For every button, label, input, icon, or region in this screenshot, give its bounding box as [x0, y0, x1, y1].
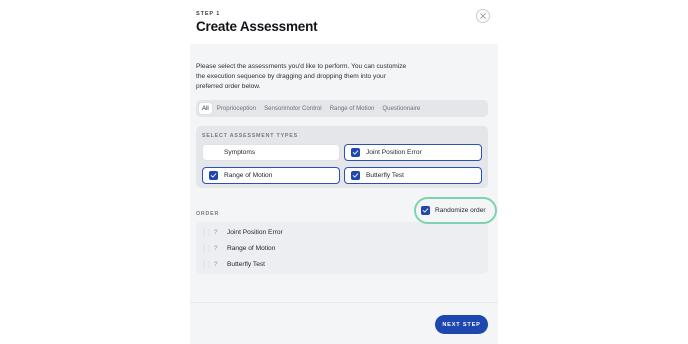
- assessment-types-label: SELECT ASSESSMENT TYPES: [202, 133, 298, 139]
- option-range-of-motion[interactable]: Range of Motion: [202, 167, 340, 184]
- drag-handle-icon[interactable]: ⋮⋮: [201, 229, 212, 236]
- question-icon: ?: [214, 244, 218, 252]
- order-label: ORDER: [196, 211, 220, 217]
- tab-range-of-motion[interactable]: Range of Motion: [327, 103, 378, 114]
- randomize-order-label: Randomize order: [435, 207, 486, 214]
- close-icon: [480, 13, 486, 19]
- option-symptoms[interactable]: Symptoms: [202, 144, 340, 161]
- page-title: Create Assessment: [196, 19, 318, 34]
- checkbox-checked-icon: [209, 171, 218, 180]
- option-label: Butterfly Test: [366, 172, 404, 179]
- tab-all[interactable]: All: [199, 103, 212, 114]
- option-label: Symptoms: [224, 149, 256, 156]
- modal-header: STEP 1 Create Assessment: [190, 0, 498, 44]
- drag-handle-icon[interactable]: ⋮⋮: [201, 261, 212, 268]
- category-tabs: All Proprioception Sensorimotor Control …: [196, 100, 488, 117]
- order-item-butterfly-test[interactable]: ⋮⋮ ? Butterfly Test: [201, 257, 265, 271]
- option-label: Range of Motion: [224, 172, 273, 179]
- question-icon: ?: [214, 260, 218, 268]
- order-item-range-of-motion[interactable]: ⋮⋮ ? Range of Motion: [201, 241, 275, 255]
- next-step-button[interactable]: NEXT STEP: [435, 315, 488, 334]
- option-butterfly-test[interactable]: Butterfly Test: [344, 167, 482, 184]
- option-label: Joint Position Error: [366, 149, 422, 156]
- order-list: ⋮⋮ ? Joint Position Error ⋮⋮ ? Range of …: [196, 222, 488, 274]
- step-label: STEP 1: [196, 11, 221, 17]
- drag-handle-icon[interactable]: ⋮⋮: [201, 245, 212, 252]
- instructions-text: Please select the assessments you'd like…: [196, 63, 407, 90]
- question-icon: ?: [214, 228, 218, 236]
- option-joint-position-error[interactable]: Joint Position Error: [344, 144, 482, 161]
- assessment-types-panel: SELECT ASSESSMENT TYPES Symptoms Joint P…: [196, 126, 488, 188]
- tab-proprioception[interactable]: Proprioception: [214, 103, 259, 114]
- footer-divider: [190, 302, 498, 303]
- checkbox-checked-icon: [351, 148, 360, 157]
- tab-sensorimotor-control[interactable]: Sensorimotor Control: [261, 103, 325, 114]
- modal-body: Please select the assessments you'd like…: [190, 44, 498, 344]
- order-item-label: Range of Motion: [227, 244, 276, 252]
- order-item-label: Joint Position Error: [227, 228, 283, 236]
- order-item-label: Butterfly Test: [227, 260, 265, 268]
- randomize-order-toggle[interactable]: Randomize order: [421, 206, 486, 215]
- checkbox-unchecked-icon: [209, 148, 218, 157]
- checkbox-checked-icon: [421, 206, 430, 215]
- order-item-joint-position-error[interactable]: ⋮⋮ ? Joint Position Error: [201, 225, 283, 239]
- checkbox-checked-icon: [351, 171, 360, 180]
- tab-questionnaire[interactable]: Questionnaire: [379, 103, 423, 114]
- close-button[interactable]: [476, 9, 490, 23]
- create-assessment-modal: STEP 1 Create Assessment Please select t…: [190, 0, 498, 344]
